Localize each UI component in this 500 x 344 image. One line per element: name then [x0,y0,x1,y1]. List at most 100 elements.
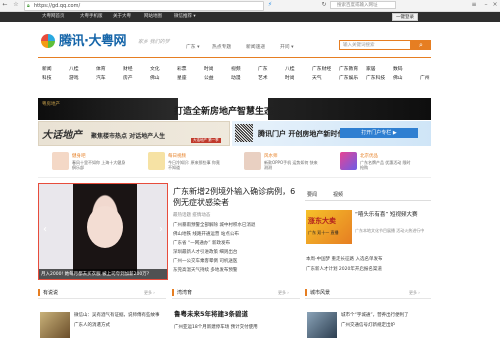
channel-link[interactable]: 科技 [42,75,52,82]
photo-caption[interactable]: 月入2000! 她每月都去买衣服 被上司夸到加薪200万? [39,269,167,279]
channel-link[interactable]: 文化 [150,66,160,73]
channel-link[interactable]: 广东娱乐 [339,75,358,82]
logo-slogan: 家乡 我们的梦 [138,39,170,45]
channel-link[interactable]: 八桂 [69,66,79,73]
section-accent [172,289,174,296]
section-item[interactable]: 城市个“宇城通”，营养出行便利了 [341,312,409,319]
feature-card[interactable]: 北京优品 广东名牌产品 优惠活动 限时抢购 [340,152,416,174]
channel-link[interactable]: 公益 [204,75,214,82]
toplink-home[interactable]: 大粤网首页 [42,12,65,22]
tab-video[interactable]: 视频 [333,191,343,198]
section-thumbnail[interactable] [40,312,70,338]
right-title[interactable]: “嘻头乐有喜” 短视频大赛 [355,212,431,219]
right-news-item[interactable]: 本周-中国梦 重走长征路 入选名单发布 [306,256,382,262]
channel-link[interactable]: 游戏 [69,75,79,82]
section-thumbnail[interactable] [307,312,337,338]
header-link-topics[interactable]: 热点专题 [212,43,231,50]
channel-link[interactable]: 广东财经 [312,66,331,73]
news-item[interactable]: 广州一公交车乘客晕倒 司机送医 [173,258,237,264]
channel-link[interactable]: 广东教育 [339,66,358,73]
section-title[interactable]: 城市风景 [310,289,330,296]
section-item[interactable]: 广东人的消遣方式 [74,322,110,329]
news-item[interactable]: 广州暴雨预警全部解除 城中村积水已消退 [173,222,255,228]
channel-link[interactable]: 房产 [123,75,133,82]
search-icon[interactable]: ⌕ [411,40,431,50]
channel-link[interactable]: 广东科技 [366,75,385,82]
channel-link[interactable]: 数码 [393,66,403,73]
channel-link[interactable]: 新闻 [42,66,52,73]
chevron-right-icon[interactable]: › [159,224,163,235]
channel-link[interactable]: 体育 [96,66,106,73]
feature-card[interactable]: 健身吧 春风十里不如你 上海十大健身俱乐部 [52,152,128,174]
section-item[interactable]: 广州亚运18个月新建停车场 预计交付使用 [174,324,258,331]
section-item[interactable]: 微信山：吴有酒气有证据，说师傅有些故事 [74,312,160,319]
channel-link[interactable]: 广东 [258,66,268,73]
banner-talk-realestate[interactable]: 大话地产 聚焦楼市热点 对话地产人生 大话地产 第一季 [38,121,230,146]
channel-link[interactable]: 汽车 [96,75,106,82]
header-link-news[interactable]: 新闻速递 [246,43,265,50]
toplink-about[interactable]: 关于大粤 [113,12,131,22]
channel-link[interactable]: 家居 [366,66,376,73]
banner-smart-realestate[interactable]: 粤房地产 打造全新房地产智慧生态 [38,98,431,120]
login-button[interactable]: 一键登录 [392,13,418,21]
news-item[interactable]: 东莞高温天气持续 多地发布预警 [173,267,237,273]
channel-nav-row-1: 新闻 八桂 体育 财经 文化 彩票 时尚 视频 广东 八桂 广东财经 广东教育 家居 数码 [42,66,432,73]
channel-link[interactable]: 财经 [123,66,133,73]
headline-title[interactable]: 广东新增2例境外输入确诊病例，6例无症状感染者 [173,186,303,208]
top-links-bar: 大粤网首页 大粤手机版 关于大粤 网站地图 微信推荐 ▾ [0,12,500,22]
address-bar[interactable]: 🔒︎ https://gd.qq.com/ [24,1,264,11]
right-promo-image[interactable]: 涨东大卖 广东 双十一 直播 [306,210,352,244]
browser-toolbar: ← ☆ 🔒︎ https://gd.qq.com/ ⚡ ↻ 搜索百度或输入网址 … [0,0,500,12]
qq-logo-icon [41,34,55,48]
more-link[interactable]: 更多 › [144,290,155,296]
news-item[interactable]: 深圳最新人才引进政策 细则出台 [173,249,237,255]
toplink-wechat[interactable]: 微信推荐 ▾ [174,12,196,22]
feature-card[interactable]: 每日视频 今日冷知识: 原来那些事 你竟不知道 [148,152,224,174]
chevron-left-icon[interactable]: ‹ [43,224,47,235]
channel-link[interactable]: 彩票 [177,66,187,73]
right-news-item[interactable]: 广东新人才计划 2020年开启报名渠道 [306,266,382,272]
feature-card[interactable]: 风水师 新款OPPO手机 运势如何 快来测测 [244,152,320,174]
section-title[interactable]: 有说说 [43,289,58,296]
channel-link[interactable]: 艺术 [258,75,268,82]
tab-important[interactable]: 要闻 [307,191,317,198]
close-icon[interactable]: × [491,1,499,9]
back-icon[interactable]: ← [1,1,9,9]
news-item[interactable]: 佛山地铁 线路开通运营 站点公布 [173,231,239,237]
section-item[interactable]: 鲁粤未来5年将建3条碧道 [174,311,248,318]
banner-portal[interactable]: 腾讯门户 开创房地产新时代 打开门户专栏 ▶ [232,121,431,146]
lightning-icon[interactable]: ⚡ [266,1,274,9]
channel-link[interactable]: 视频 [231,66,241,73]
talk-title: 聚焦楼市热点 对话地产人生 [91,133,166,140]
site-search-input[interactable]: 输入关键词搜索 [339,40,411,50]
channel-link[interactable]: 广州 [420,75,430,82]
more-link[interactable]: 更多 › [278,290,289,296]
browser-search-input[interactable]: 搜索百度或输入网址 [330,1,396,9]
featured-photo[interactable]: ‹ › 月入2000! 她每月都去买衣服 被上司夸到加薪200万? [38,183,168,280]
channel-nav-row-2: 科技 游戏 汽车 房产 佛山 星座 公益 动漫 艺术 时尚 天气 广东娱乐 广东科技 佛山 广州 [42,75,432,82]
channel-link[interactable]: 天气 [312,75,322,82]
section-title[interactable]: 湾湾育 [177,289,192,296]
more-link[interactable]: 更多 › [409,290,420,296]
channel-link[interactable]: 佛山 [393,75,403,82]
channel-link[interactable]: 佛山 [150,75,160,82]
channel-link[interactable]: 八桂 [285,66,295,73]
channel-link[interactable]: 时尚 [285,75,295,82]
refresh-icon[interactable]: ↻ [320,1,328,9]
toplink-mobile[interactable]: 大粤手机版 [80,12,103,22]
news-item[interactable]: 广东省 “一网通办” 新政发布 [173,240,230,246]
star-icon[interactable]: ☆ [12,1,20,9]
location-select[interactable]: 广东 ▾ [186,43,200,50]
menu-icon[interactable]: ≡ [470,1,478,9]
promo-image-sub: 广东 双十一 直播 [308,230,339,235]
feature-title: 北京优品 [360,154,378,159]
section-item[interactable]: 广州交通信号灯新规定出炉 [341,322,395,329]
minimize-icon[interactable]: – [482,1,490,9]
site-logo[interactable]: 腾讯·大粤网 [59,34,126,49]
portal-open-button[interactable]: 打开门户专栏 ▶ [340,128,418,138]
toplink-sitemap[interactable]: 网站地图 [144,12,162,22]
header-link-ask[interactable]: 开问 ▾ [280,43,294,50]
channel-link[interactable]: 星座 [177,75,187,82]
channel-link[interactable]: 时尚 [204,66,214,73]
channel-link[interactable]: 动漫 [231,75,241,82]
